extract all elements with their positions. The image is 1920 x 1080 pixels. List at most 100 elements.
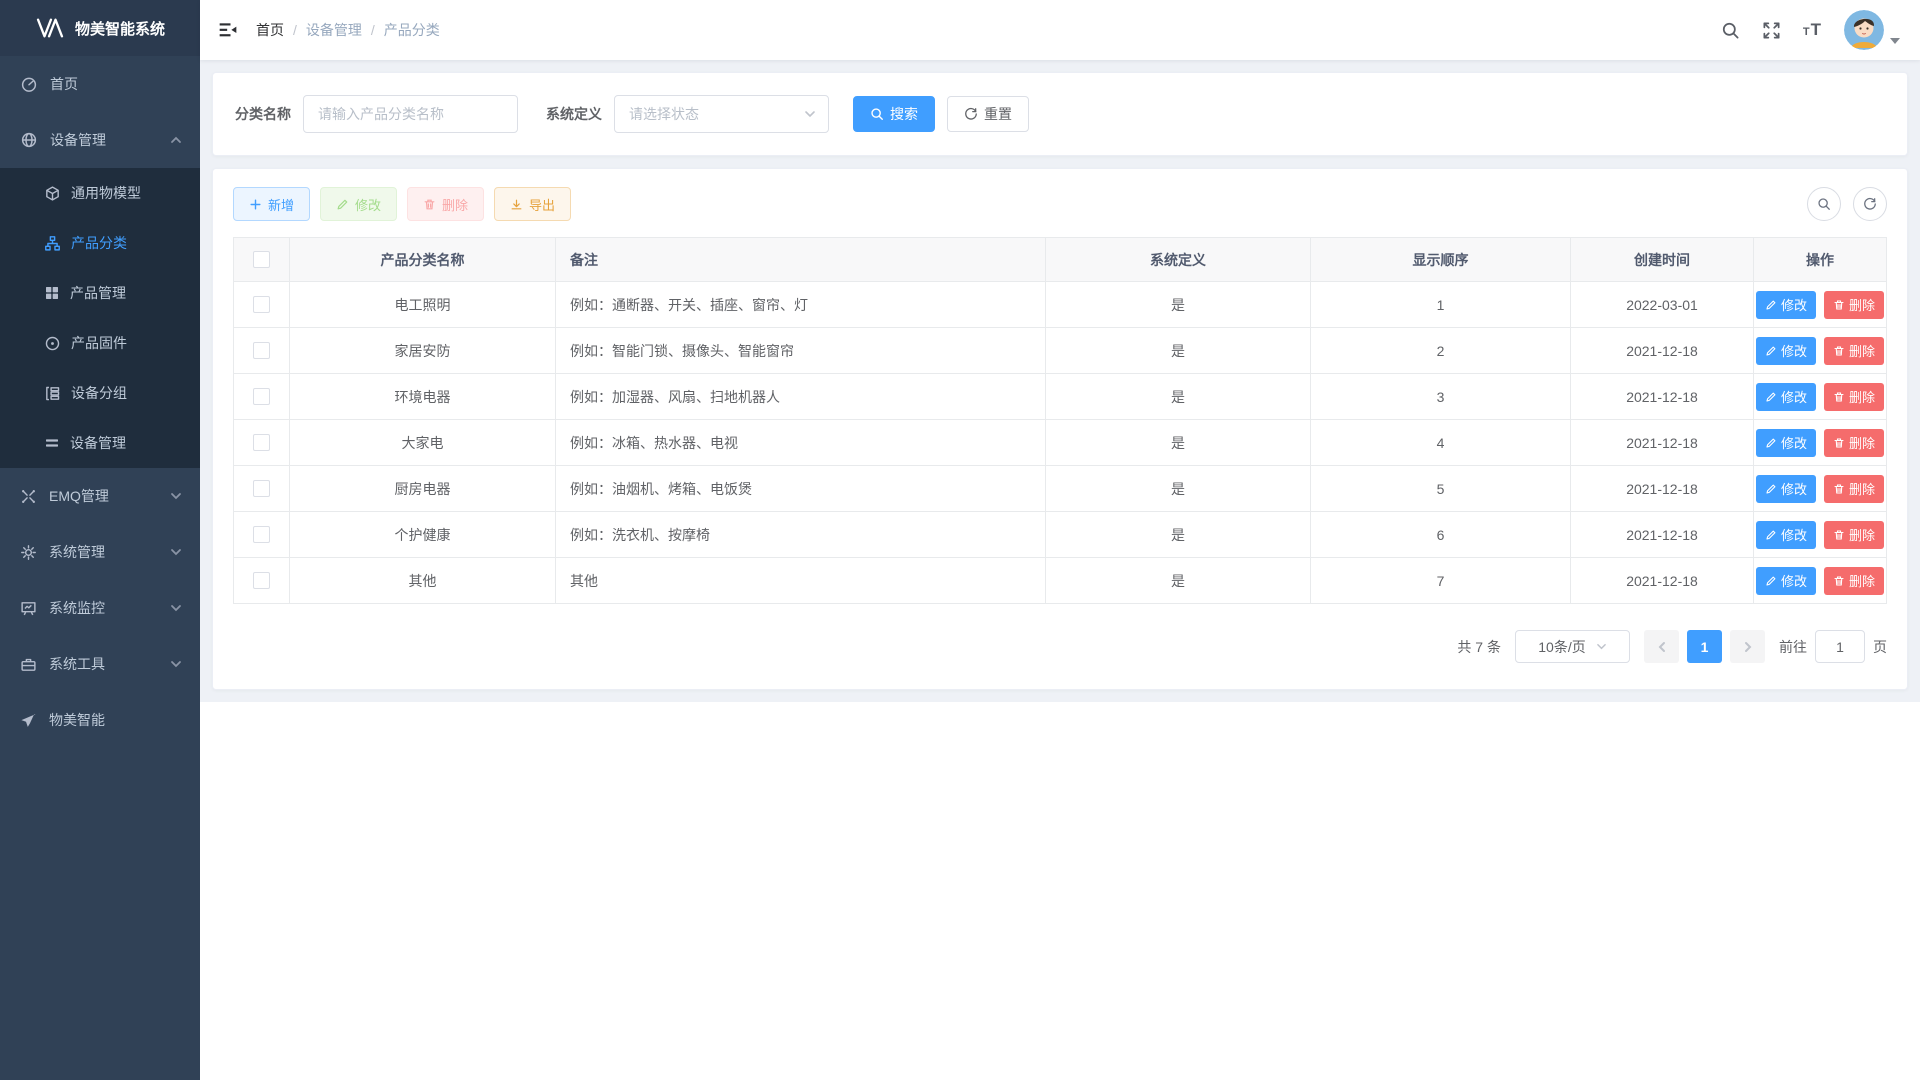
edit-icon	[1765, 437, 1777, 449]
fullscreen-icon[interactable]	[1762, 21, 1781, 40]
trash-icon	[1833, 345, 1845, 357]
row-delete-button[interactable]: 删除	[1824, 567, 1884, 595]
goto-wrap: 前往 页	[1779, 630, 1887, 663]
user-menu[interactable]	[1844, 10, 1900, 50]
row-checkbox[interactable]	[253, 342, 270, 359]
sidebar-item-home[interactable]: 首页	[0, 56, 200, 112]
row-delete-button[interactable]: 删除	[1824, 383, 1884, 411]
table-body: 电工照明 例如：通断器、开关、插座、窗帘、灯 是 1 2022-03-01 修改	[234, 282, 1887, 604]
breadcrumb-device-manage: 设备管理	[306, 20, 362, 40]
emq-node-icon	[20, 488, 37, 505]
row-delete-button[interactable]: 删除	[1824, 521, 1884, 549]
app-title: 物美智能系统	[75, 18, 165, 39]
edit-button[interactable]: 修改	[320, 187, 397, 221]
next-page-button[interactable]	[1730, 630, 1765, 663]
row-checkbox[interactable]	[253, 388, 270, 405]
row-edit-button[interactable]: 修改	[1756, 567, 1816, 595]
sidebar-item-label: 首页	[50, 74, 182, 94]
sidebar-item-label: 产品管理	[70, 283, 182, 303]
cell-system-defined: 是	[1046, 374, 1311, 420]
table-row[interactable]: 大家电 例如：冰箱、热水器、电视 是 4 2021-12-18 修改	[234, 420, 1887, 466]
delete-button[interactable]: 删除	[407, 187, 484, 221]
font-size-icon[interactable]: TT	[1803, 20, 1822, 40]
cell-system-defined: 是	[1046, 282, 1311, 328]
export-button[interactable]: 导出	[494, 187, 571, 221]
table-row[interactable]: 厨房电器 例如：油烟机、烤箱、电饭煲 是 5 2021-12-18 修改	[234, 466, 1887, 512]
row-delete-button[interactable]: 删除	[1824, 291, 1884, 319]
trash-icon	[1833, 483, 1845, 495]
sidebar-item-system-manage[interactable]: 系统管理	[0, 524, 200, 580]
sidebar-item-label: 系统监控	[49, 598, 170, 618]
search-button[interactable]: 搜索	[853, 96, 935, 132]
sidebar-item-system-tool[interactable]: 系统工具	[0, 636, 200, 692]
row-delete-button[interactable]: 删除	[1824, 429, 1884, 457]
cell-category-name: 电工照明	[290, 282, 556, 328]
sidebar: 物美智能系统 首页 设备管理	[0, 0, 200, 1080]
row-edit-button[interactable]: 修改	[1756, 383, 1816, 411]
cell-category-name: 大家电	[290, 420, 556, 466]
edit-icon	[1765, 345, 1777, 357]
sitemap-icon	[44, 235, 61, 252]
sidebar-item-product-manage[interactable]: 产品管理	[0, 268, 200, 318]
trash-icon	[423, 198, 436, 211]
chevron-down-icon	[1596, 642, 1607, 651]
page-size-select[interactable]: 10条/页	[1515, 630, 1630, 663]
sidebar-item-emq-manage[interactable]: EMQ管理	[0, 468, 200, 524]
cell-system-defined: 是	[1046, 512, 1311, 558]
table-row[interactable]: 家居安防 例如：智能门锁、摄像头、智能窗帘 是 2 2021-12-18 修改	[234, 328, 1887, 374]
logo[interactable]: 物美智能系统	[0, 0, 200, 56]
chevron-down-icon	[170, 491, 182, 501]
add-button[interactable]: 新增	[233, 187, 310, 221]
breadcrumb-separator: /	[371, 22, 375, 38]
row-edit-button[interactable]: 修改	[1756, 337, 1816, 365]
row-checkbox[interactable]	[253, 296, 270, 313]
refresh-button[interactable]	[1853, 187, 1887, 221]
cell-display-order: 7	[1311, 558, 1571, 604]
goto-page-input[interactable]	[1815, 630, 1865, 663]
sidebar-item-label: 设备分组	[71, 383, 182, 403]
sidebar-item-device-manage[interactable]: 设备管理	[0, 112, 200, 168]
chevron-right-icon	[1743, 641, 1753, 653]
page-number-button[interactable]: 1	[1687, 630, 1722, 663]
chevron-down-icon	[170, 603, 182, 613]
prev-page-button[interactable]	[1644, 630, 1679, 663]
grid-icon	[44, 285, 60, 301]
sidebar-item-system-monitor[interactable]: 系统监控	[0, 580, 200, 636]
dashboard-icon	[20, 75, 38, 93]
sidebar-item-device-manage-sub[interactable]: 设备管理	[0, 418, 200, 468]
row-edit-button[interactable]: 修改	[1756, 291, 1816, 319]
select-all-checkbox[interactable]	[253, 251, 270, 268]
hamburger-icon[interactable]	[218, 20, 238, 40]
row-delete-button[interactable]: 删除	[1824, 337, 1884, 365]
row-delete-button[interactable]: 删除	[1824, 475, 1884, 503]
toggle-search-button[interactable]	[1807, 187, 1841, 221]
cell-display-order: 4	[1311, 420, 1571, 466]
sidebar-item-thing-model[interactable]: 通用物模型	[0, 168, 200, 218]
search-icon[interactable]	[1721, 21, 1740, 40]
sidebar-item-product-firmware[interactable]: 产品固件	[0, 318, 200, 368]
row-checkbox[interactable]	[253, 480, 270, 497]
breadcrumb-home[interactable]: 首页	[256, 20, 284, 40]
category-name-input[interactable]	[303, 95, 518, 133]
avatar[interactable]	[1844, 10, 1884, 50]
row-edit-button[interactable]: 修改	[1756, 429, 1816, 457]
table-row[interactable]: 电工照明 例如：通断器、开关、插座、窗帘、灯 是 1 2022-03-01 修改	[234, 282, 1887, 328]
table-row[interactable]: 个护健康 例如：洗衣机、按摩椅 是 6 2021-12-18 修改	[234, 512, 1887, 558]
system-defined-select[interactable]: 请选择状态	[614, 95, 829, 133]
table-row[interactable]: 其他 其他 是 7 2021-12-18 修改	[234, 558, 1887, 604]
sidebar-item-product-category[interactable]: 产品分类	[0, 218, 200, 268]
sidebar-item-device-group[interactable]: 设备分组	[0, 368, 200, 418]
plus-icon	[249, 198, 262, 211]
row-edit-button[interactable]: 修改	[1756, 475, 1816, 503]
edit-icon	[1765, 391, 1777, 403]
search-icon	[1817, 197, 1831, 211]
trash-icon	[1833, 391, 1845, 403]
table-row[interactable]: 环境电器 例如：加湿器、风扇、扫地机器人 是 3 2021-12-18 修改	[234, 374, 1887, 420]
row-edit-button[interactable]: 修改	[1756, 521, 1816, 549]
sidebar-item-wumei-smart[interactable]: 物美智能	[0, 692, 200, 748]
row-checkbox[interactable]	[253, 434, 270, 451]
row-checkbox[interactable]	[253, 526, 270, 543]
row-checkbox[interactable]	[253, 572, 270, 589]
app-main: 分类名称 系统定义 请选择状态 搜索	[200, 60, 1920, 702]
reset-button[interactable]: 重置	[947, 96, 1029, 132]
